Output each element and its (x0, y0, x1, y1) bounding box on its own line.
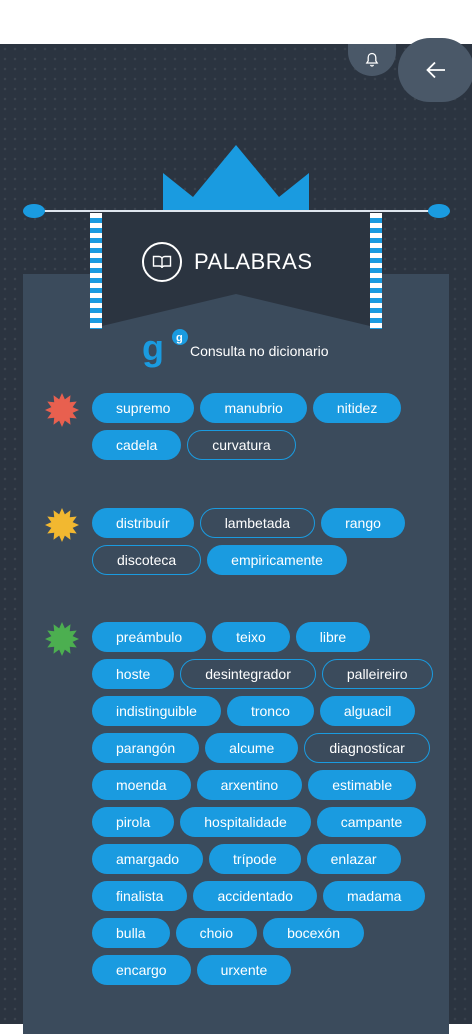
page-title: PALABRAS (142, 236, 313, 288)
word-chip[interactable]: hospitalidade (180, 807, 311, 837)
word-chip[interactable]: tronco (226, 696, 314, 726)
word-chip[interactable]: manubrio (200, 393, 307, 423)
word-chip[interactable]: madama (322, 881, 426, 911)
word-chip[interactable]: trípode (209, 844, 301, 874)
word-chip[interactable]: libre (295, 622, 371, 652)
word-chip[interactable]: arxentino (196, 770, 303, 800)
word-chip[interactable]: hoste (92, 659, 175, 689)
word-chip[interactable]: alguacil (319, 696, 416, 726)
word-chip[interactable]: rango (321, 508, 405, 538)
back-button[interactable] (398, 38, 472, 102)
word-chip[interactable]: alcume (205, 733, 299, 763)
word-chip[interactable]: diagnosticar (304, 733, 430, 763)
word-chip[interactable]: encargo (92, 955, 191, 985)
word-chip[interactable]: campante (316, 807, 427, 837)
word-chip[interactable]: discoteca (92, 545, 202, 575)
word-chip[interactable]: accidentado (193, 881, 317, 911)
pole-left (90, 213, 102, 329)
pole-right (370, 213, 382, 329)
star-yellow-icon (45, 508, 79, 542)
word-chip[interactable]: choio (175, 918, 258, 948)
word-chip[interactable]: desintegrador (180, 659, 316, 689)
word-group-3: preámbulo teixo libre hoste desintegrador pal… (92, 622, 452, 985)
arrow-left-icon (426, 61, 445, 79)
word-chip[interactable]: enlazar (306, 844, 401, 874)
logo-sup: g (176, 332, 183, 344)
bell-icon (365, 52, 379, 67)
word-chip[interactable]: parangón (92, 733, 200, 763)
star-red-icon (45, 393, 79, 427)
crown-decoration (163, 145, 309, 213)
word-chip[interactable]: nitidez (312, 393, 402, 423)
book-icon (142, 242, 182, 282)
word-group-1: supremo manubrio nitidez cadela curvatura (92, 393, 452, 460)
star-green-icon (45, 622, 79, 656)
word-chip[interactable]: finalista (92, 881, 188, 911)
word-chip[interactable]: moenda (92, 770, 191, 800)
rod-end-left (23, 204, 45, 218)
word-group-2: distribuír lambetada rango discoteca empiric… (92, 508, 452, 575)
title-text: PALABRAS (194, 249, 313, 274)
logo-letter: g (142, 328, 164, 368)
word-chip[interactable]: empiricamente (207, 545, 347, 575)
word-chip[interactable]: supremo (92, 393, 195, 423)
word-chip[interactable]: urxente (196, 955, 292, 985)
word-chip[interactable]: pirola (92, 807, 175, 837)
word-chip[interactable]: amargado (92, 844, 204, 874)
word-chip[interactable]: curvatura (187, 430, 296, 460)
word-chip[interactable]: distribuír (92, 508, 194, 538)
word-chip[interactable]: lambetada (199, 508, 316, 538)
word-chip[interactable]: indistinguible (92, 696, 221, 726)
g-logo-icon: g g (142, 328, 188, 368)
word-chip[interactable]: cadela (92, 430, 182, 460)
word-chip[interactable]: palleireiro (321, 659, 433, 689)
word-chip[interactable]: teixo (212, 622, 290, 652)
word-chip[interactable]: bocexón (263, 918, 364, 948)
word-chip[interactable]: estimable (308, 770, 417, 800)
rod-end-right (428, 204, 450, 218)
dictionary-caption: Consulta no dicionario (190, 343, 329, 359)
word-chip[interactable]: preámbulo (92, 622, 207, 652)
dictionary-link[interactable]: g g Consulta no dicionario (142, 328, 329, 368)
word-chip[interactable]: bulla (92, 918, 170, 948)
